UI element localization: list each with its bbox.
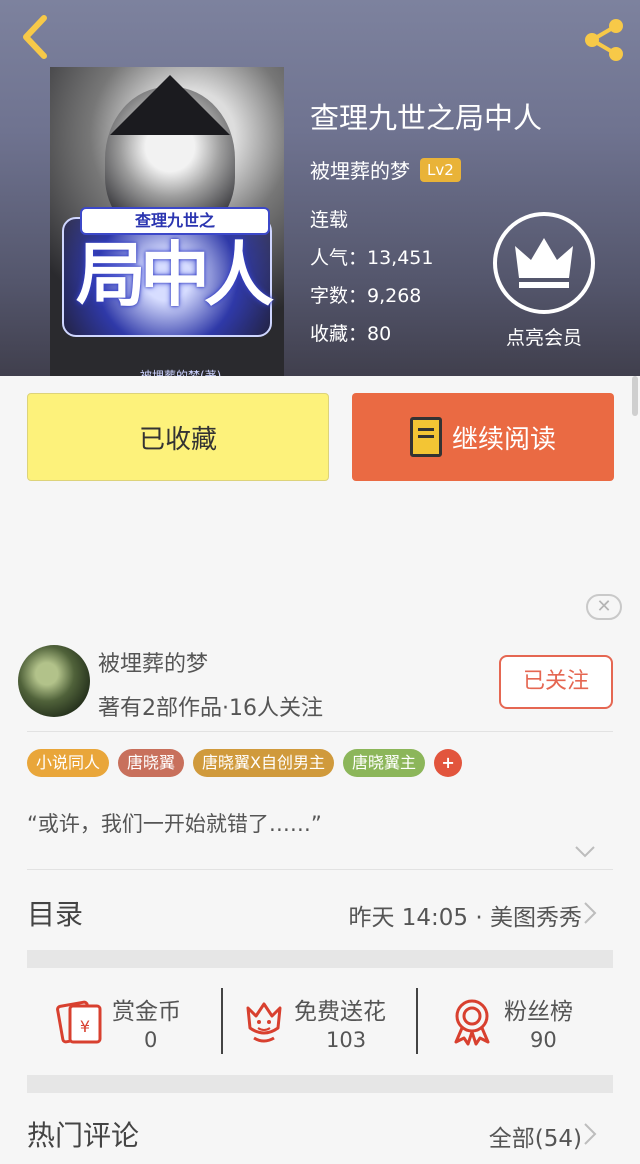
author-name[interactable]: 被埋葬的梦 (310, 155, 410, 184)
medal-icon (454, 999, 490, 1046)
add-tag-button[interactable]: + (434, 749, 463, 777)
vip-label[interactable]: 点亮会员 (494, 323, 594, 350)
reward-flowers-label: 免费送花 (294, 999, 386, 1025)
collected-button[interactable]: 已收藏 (27, 393, 329, 481)
book-cover[interactable]: 查理九世之 局中人 被埋葬的梦(著) (50, 67, 284, 376)
cover-main-title: 局中人 (76, 233, 274, 316)
share-icon (585, 19, 623, 61)
vip-button[interactable] (493, 212, 595, 314)
author-card-meta: 著有2部作品·16人关注 (98, 696, 323, 721)
cover-series-title: 查理九世之 (80, 207, 270, 235)
book-header: 查理九世之 局中人 被埋葬的梦(著) 查理九世之局中人 被埋葬的梦 Lv2 连载… (0, 0, 640, 376)
follow-button[interactable]: 已关注 (499, 655, 613, 709)
catalog-title[interactable]: 目录 (27, 893, 83, 933)
divider (27, 869, 613, 870)
hot-comments-title: 热门评论 (27, 1119, 140, 1152)
svg-text:¥: ¥ (80, 1017, 90, 1036)
reward-coins-label: 赏金币 (112, 999, 181, 1025)
divider (221, 988, 223, 1054)
tag-item[interactable]: 唐晓翼主 (343, 749, 426, 777)
close-ad-button[interactable]: ✕ (586, 594, 622, 620)
divider (27, 731, 613, 732)
divider (416, 988, 418, 1054)
continue-reading-label: 继续阅读 (451, 424, 556, 455)
share-button[interactable] (580, 18, 628, 62)
catalog-update[interactable]: 昨天 14:05 · 美图秀秀 (348, 898, 582, 932)
back-button[interactable] (16, 14, 56, 60)
reward-coins-value: 0 (144, 1028, 158, 1052)
word-count-text: 字数：9,268 (310, 285, 422, 307)
author-card-name[interactable]: 被埋葬的梦 (98, 646, 208, 678)
reward-flowers-value: 103 (326, 1028, 367, 1052)
all-comments-link[interactable]: 全部(54) (489, 1119, 582, 1153)
section-divider (27, 1075, 613, 1093)
back-arrow-icon (23, 15, 47, 59)
cover-author: 被埋葬的梦(著) (140, 369, 222, 376)
reward-fans-value: 90 (530, 1028, 557, 1052)
tag-list: 小说同人 唐晓翼 唐晓翼X自创男主 唐晓翼主 + (27, 749, 463, 777)
tag-item[interactable]: 唐晓翼 (118, 749, 185, 777)
favorites-text: 收藏：80 (310, 323, 392, 345)
status-text: 连载 (310, 209, 349, 231)
book-intro: “或许，我们一开始就错了……” (27, 812, 322, 836)
reward-fans-label: 粉丝榜 (504, 999, 573, 1025)
tag-item[interactable]: 唐晓翼X自创男主 (193, 749, 334, 777)
scrollbar[interactable] (632, 376, 638, 416)
chevron-right-icon[interactable] (582, 1122, 598, 1146)
level-badge: Lv2 (420, 157, 461, 182)
expand-chevron-down-icon[interactable] (574, 840, 596, 862)
crown-icon (515, 238, 573, 288)
book-title: 查理九世之局中人 (310, 101, 543, 135)
section-divider (27, 950, 613, 968)
continue-reading-button[interactable]: 继续阅读 (352, 393, 614, 481)
flower-icon (246, 1002, 282, 1043)
author-row[interactable]: 被埋葬的梦 Lv2 (310, 155, 461, 184)
red-envelope-icon: ¥ (56, 1000, 102, 1044)
tag-item[interactable]: 小说同人 (27, 749, 110, 777)
author-avatar[interactable] (18, 645, 90, 717)
popularity-text: 人气：13,451 (310, 247, 434, 269)
chevron-right-icon[interactable] (582, 901, 598, 925)
book-icon (409, 417, 442, 457)
